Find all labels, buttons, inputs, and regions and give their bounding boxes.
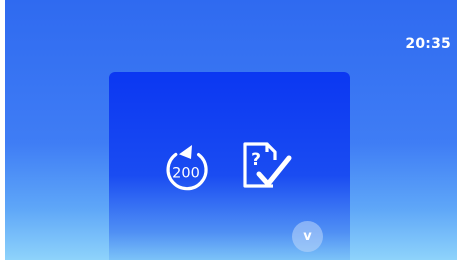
document-question-check-icon[interactable]: ? bbox=[239, 138, 299, 198]
rotate-count-label: 200 bbox=[172, 166, 200, 182]
expand-button[interactable]: v bbox=[292, 221, 323, 252]
chevron-down-icon: v bbox=[303, 229, 312, 244]
question-mark-label: ? bbox=[251, 150, 261, 170]
status-clock: 20:35 bbox=[405, 36, 451, 52]
summary-card[interactable]: 200 ? v bbox=[109, 72, 350, 260]
left-edge-divider bbox=[0, 0, 5, 260]
counter-rotate-icon[interactable]: 200 bbox=[158, 142, 214, 196]
screen: { "status_bar": { "time": "20:35" }, "ca… bbox=[0, 0, 457, 260]
